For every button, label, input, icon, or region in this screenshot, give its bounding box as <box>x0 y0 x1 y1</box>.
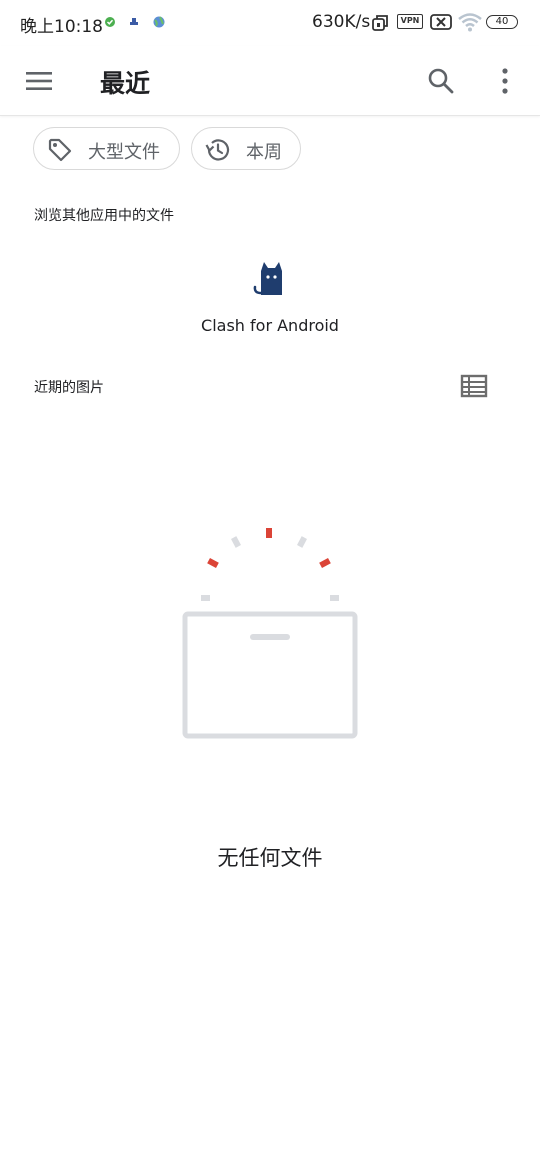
more-vert-icon <box>502 68 508 94</box>
wifi-icon <box>458 13 482 32</box>
notification-app-icon <box>130 18 138 25</box>
chip-label: 本周 <box>246 142 282 163</box>
battery-indicator: 40 <box>486 15 518 29</box>
clash-cat-icon <box>253 262 282 295</box>
chip-this-week[interactable]: 本周 <box>191 127 301 170</box>
network-speed: 630K/s <box>312 12 371 32</box>
app-tile-clash[interactable]: Clash for Android <box>190 253 350 343</box>
empty-folder-illustration <box>182 528 358 739</box>
shield-check-icon <box>105 17 115 27</box>
browse-apps-heading: 浏览其他应用中的文件 <box>34 208 174 224</box>
search-icon <box>428 68 454 94</box>
empty-state-message: 无任何文件 <box>217 846 323 870</box>
recent-images-heading: 近期的图片 <box>34 380 104 396</box>
list-view-icon <box>460 374 488 398</box>
status-bar: 晚上10:18 630K/s VPN 40 <box>0 0 540 46</box>
page-title: 最近 <box>100 69 151 98</box>
search-button[interactable] <box>418 58 464 104</box>
no-signal-icon <box>430 14 452 30</box>
dual-sim-icon <box>372 15 388 31</box>
chip-label: 大型文件 <box>88 142 160 163</box>
app-bar: 最近 <box>0 46 540 116</box>
menu-icon <box>26 72 52 90</box>
more-options-button[interactable] <box>482 58 528 104</box>
globe-icon <box>153 16 165 28</box>
menu-button[interactable] <box>16 58 62 104</box>
app-name: Clash for Android <box>201 316 339 335</box>
history-icon <box>205 139 230 161</box>
vpn-badge: VPN <box>397 14 423 29</box>
view-toggle-button[interactable] <box>458 372 490 400</box>
tag-icon <box>48 138 72 162</box>
chip-large-files[interactable]: 大型文件 <box>33 127 180 170</box>
status-time: 晚上10:18 <box>20 17 103 37</box>
